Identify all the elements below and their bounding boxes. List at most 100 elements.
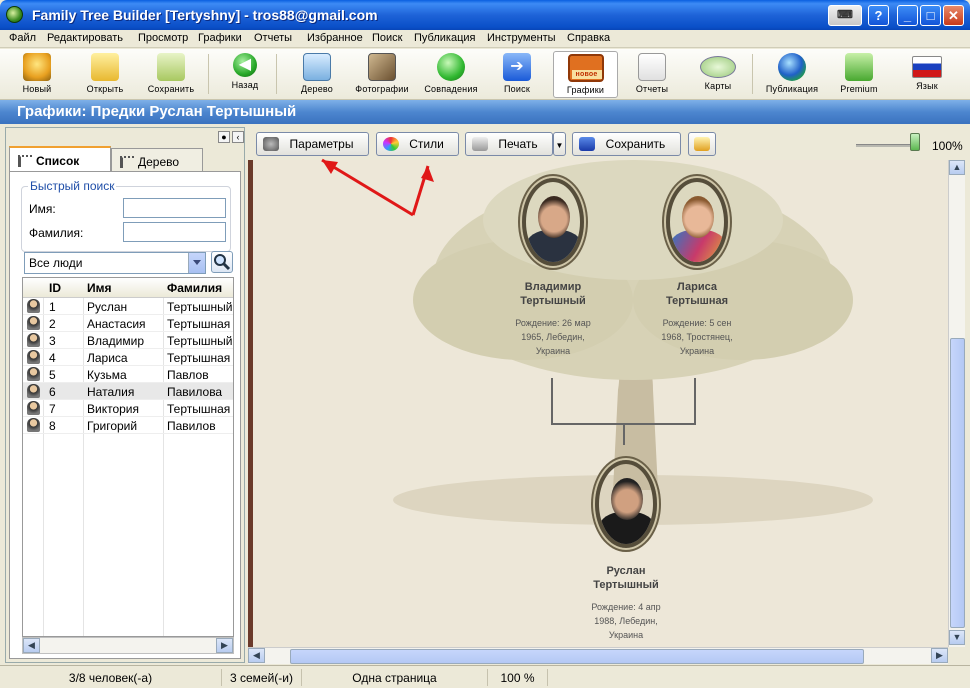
scroll-down-icon[interactable]: ▼ <box>949 630 965 645</box>
keyboard-icon[interactable]: ⌨ <box>828 5 862 26</box>
collapse-panel-icon[interactable]: ‹ <box>232 131 244 143</box>
vertical-scroll-thumb[interactable] <box>950 338 965 628</box>
father-birth-info: Рождение: 26 мар 1965, Лебедин, Украина <box>515 318 591 356</box>
russian-flag-icon <box>912 56 942 78</box>
palette-icon <box>383 137 399 151</box>
print-dropdown-button[interactable]: ▼ <box>553 132 566 156</box>
tab-list[interactable]: Список <box>9 146 111 172</box>
table-row[interactable]: 8 Григорий Павилов <box>23 417 233 434</box>
open-button[interactable]: Открыть <box>80 51 130 98</box>
tab-tree[interactable]: Дерево <box>111 148 203 172</box>
column-last-name[interactable]: Фамилия <box>167 281 222 295</box>
scroll-right-icon[interactable]: ▶ <box>931 648 948 663</box>
mother-photo[interactable] <box>666 178 728 266</box>
table-row[interactable]: 2 Анастасия Тертышная <box>23 315 233 332</box>
table-row[interactable]: 4 Лариса Тертышная <box>23 349 233 366</box>
scroll-left-icon[interactable]: ◀ <box>23 638 40 653</box>
table-row[interactable]: 3 Владимир Тертышный <box>23 332 233 349</box>
search-arrow-icon: ➔ <box>503 53 531 81</box>
matches-button[interactable]: Совпадения <box>420 51 482 98</box>
person-icon <box>27 333 40 347</box>
list-panel: Быстрый поиск Имя: Фамилия: Все люди ID … <box>9 171 241 659</box>
main-toolbar: Новый Открыть Сохранить ◀ Назад Дерево Ф… <box>0 49 970 100</box>
pin-icon[interactable]: ● <box>218 131 230 143</box>
menu-file[interactable]: Файл <box>9 32 36 44</box>
home-button[interactable] <box>688 132 716 156</box>
status-bar: 3/8 человек(-а) 3 семей(-и) Одна страниц… <box>0 665 970 688</box>
title-bar[interactable]: Family Tree Builder [Tertyshny] - tros88… <box>0 0 970 30</box>
new-button[interactable]: Новый <box>14 51 60 98</box>
table-row[interactable]: 1 Руслан Тертышный <box>23 298 233 315</box>
save-button[interactable]: Сохранить <box>140 51 202 98</box>
chart-horizontal-scrollbar[interactable]: ◀ ▶ <box>248 647 948 664</box>
search-button[interactable]: ➔ Поиск <box>496 51 538 98</box>
page-title: Графики: Предки Руслан Тертышный <box>0 100 970 124</box>
zoom-slider-track[interactable] <box>856 144 916 147</box>
scroll-up-icon[interactable]: ▲ <box>949 160 965 175</box>
menu-help[interactable]: Справка <box>567 32 610 44</box>
scroll-right-icon[interactable]: ▶ <box>216 638 233 653</box>
father-photo[interactable] <box>522 178 584 266</box>
menu-search[interactable]: Поиск <box>372 32 402 44</box>
minimize-button[interactable]: _ <box>897 5 918 26</box>
photos-button[interactable]: Фотографии <box>350 51 414 98</box>
language-button[interactable]: Язык <box>906 51 948 98</box>
close-button[interactable]: ✕ <box>943 5 964 26</box>
scroll-left-icon[interactable]: ◀ <box>248 648 265 663</box>
reports-icon <box>638 53 666 81</box>
open-folder-icon <box>91 53 119 81</box>
search-people-button[interactable] <box>211 251 233 273</box>
menu-publish[interactable]: Публикация <box>414 32 475 44</box>
reports-button[interactable]: Отчеты <box>626 51 678 98</box>
mother-name[interactable]: Лариса Тертышная <box>622 280 772 308</box>
person-icon <box>27 401 40 415</box>
gear-icon <box>263 137 279 151</box>
menu-reports[interactable]: Отчеты <box>254 32 292 44</box>
list-horizontal-scrollbar[interactable]: ◀ ▶ <box>22 637 234 654</box>
magnifier-icon <box>214 254 231 271</box>
father-name[interactable]: Владимир Тертышный <box>478 280 628 308</box>
tree-list-icon <box>120 156 134 168</box>
last-name-input[interactable] <box>123 222 226 242</box>
connector-line <box>694 378 696 424</box>
table-header: ID Имя Фамилия <box>23 278 233 298</box>
table-row[interactable]: 7 Виктория Тертышная <box>23 400 233 417</box>
back-button[interactable]: ◀ Назад <box>224 51 266 98</box>
zoom-slider-thumb[interactable] <box>910 133 920 151</box>
last-name-label: Фамилия: <box>29 226 84 240</box>
menu-view[interactable]: Просмотр <box>138 32 188 44</box>
maximize-button[interactable]: □ <box>920 5 941 26</box>
people-filter-select[interactable]: Все люди <box>24 252 206 274</box>
matches-icon <box>437 53 465 81</box>
horizontal-scroll-thumb[interactable] <box>290 649 864 664</box>
person-icon <box>27 384 40 398</box>
table-row-selected[interactable]: 6 Наталия Павилова <box>23 383 233 400</box>
first-name-input[interactable] <box>123 198 226 218</box>
publish-button[interactable]: Публикация <box>760 51 824 98</box>
zoom-value: 100% <box>932 139 963 153</box>
child-photo[interactable] <box>595 460 657 548</box>
charts-button[interactable]: новое Графики <box>553 51 618 98</box>
toolbar-separator <box>276 54 277 94</box>
chart-canvas[interactable]: Владимир Тертышный Рождение: 26 мар 1965… <box>248 160 948 647</box>
list-icon <box>18 155 32 167</box>
child-name[interactable]: Руслан Тертышный <box>551 564 701 592</box>
tree-button[interactable]: Дерево <box>294 51 340 98</box>
premium-button[interactable]: Premium <box>836 51 882 98</box>
column-id[interactable]: ID <box>49 281 61 295</box>
menu-favorites[interactable]: Избранное <box>307 32 363 44</box>
annotation-arrows <box>321 158 434 217</box>
help-button[interactable]: ? <box>868 5 889 26</box>
table-row[interactable]: 5 Кузьма Павлов <box>23 366 233 383</box>
maps-button[interactable]: Карты <box>694 51 742 98</box>
menu-tools[interactable]: Инструменты <box>487 32 556 44</box>
photos-icon <box>368 53 396 81</box>
quick-search-group: Быстрый поиск <box>21 179 231 252</box>
column-first-name[interactable]: Имя <box>87 281 112 295</box>
menu-charts[interactable]: Графики <box>198 32 242 44</box>
chevron-down-icon[interactable] <box>188 253 205 273</box>
print-button[interactable]: Печать <box>465 132 553 156</box>
menu-edit[interactable]: Редактировать <box>47 32 123 44</box>
save-chart-button[interactable]: Сохранить <box>572 132 681 156</box>
chart-vertical-scrollbar[interactable]: ▲ ▼ <box>948 160 965 647</box>
